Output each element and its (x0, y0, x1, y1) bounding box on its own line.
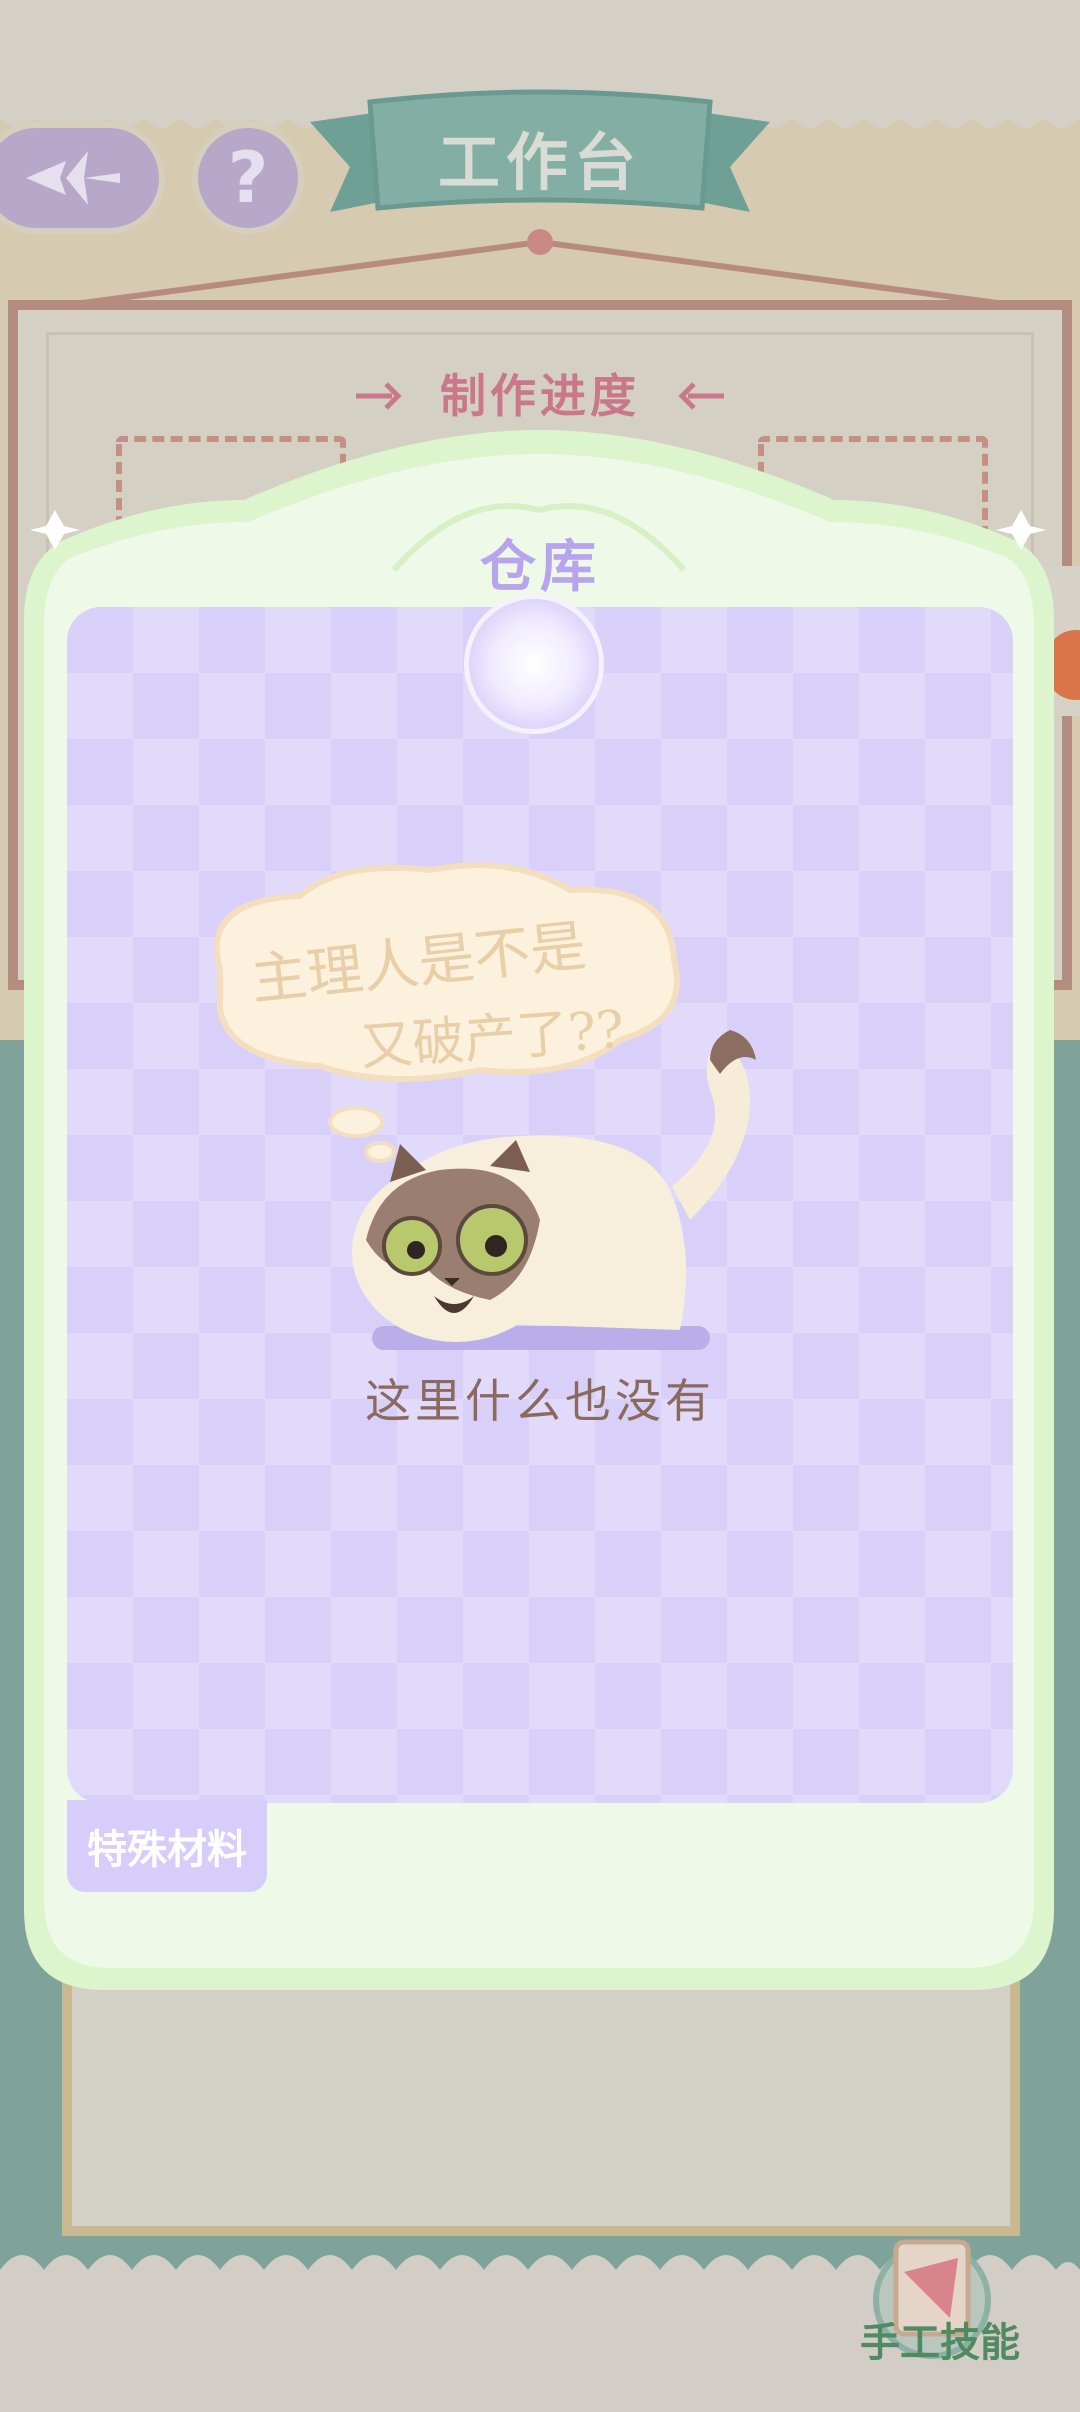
empty-inventory-message: 这里什么也没有 (365, 1374, 715, 1428)
lower-panel (62, 1960, 1020, 2236)
glowing-orb-icon (464, 594, 604, 734)
crafting-progress-title: 制作进度 (440, 369, 640, 423)
handcraft-skill-label[interactable]: 手工技能 (820, 2310, 1060, 2368)
warehouse-title: 仓库 (480, 535, 600, 600)
sparkle-left-icon (356, 382, 402, 410)
tab-special-materials[interactable]: 特殊材料 (67, 1800, 267, 1892)
sparkle-right-icon (678, 382, 724, 410)
tab-special-materials-label: 特殊材料 (87, 1827, 247, 1873)
page-title: 工作台 (437, 126, 642, 199)
